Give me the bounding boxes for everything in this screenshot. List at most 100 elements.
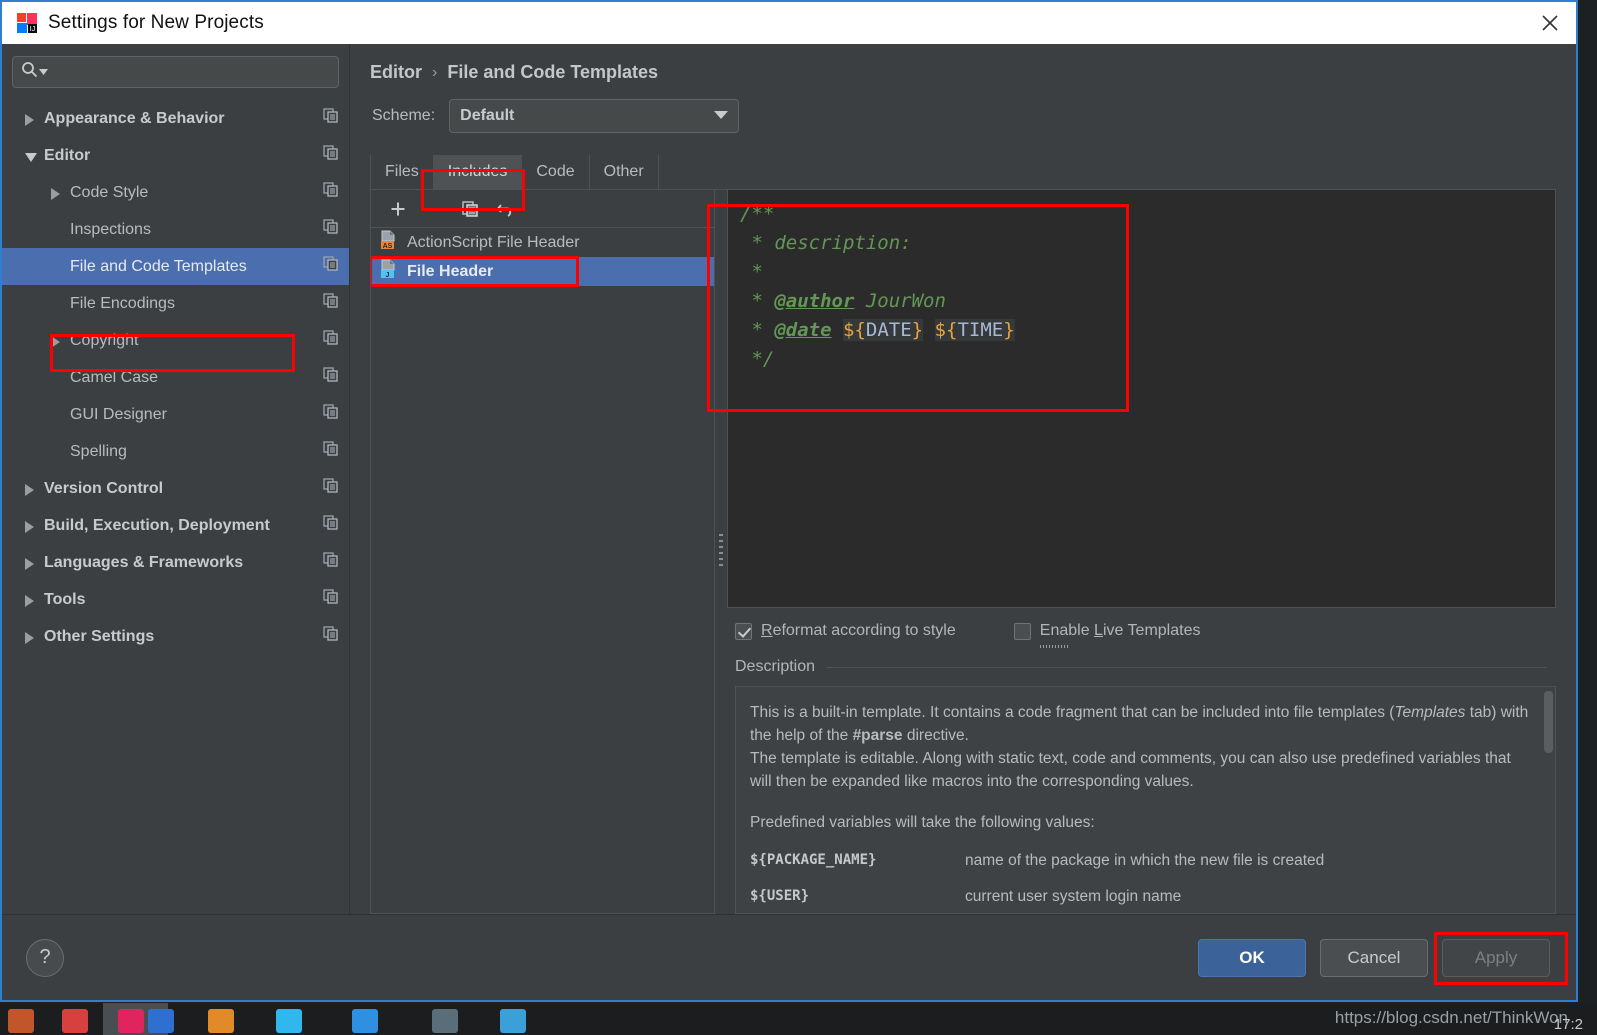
- checkbox-box-icon[interactable]: [735, 622, 752, 640]
- sidebar-item-label: Copyright: [70, 331, 139, 349]
- chevron-right-icon[interactable]: [24, 593, 38, 607]
- tab-code[interactable]: Code: [522, 155, 590, 189]
- taskbar-icon-7[interactable]: [352, 1009, 378, 1033]
- settings-sync-copy-icon[interactable]: [323, 441, 339, 462]
- settings-sync-copy-icon[interactable]: [323, 478, 339, 499]
- description-scrollbar[interactable]: [1544, 691, 1553, 753]
- cancel-button[interactable]: Cancel: [1320, 938, 1428, 977]
- chevron-down-icon[interactable]: [39, 63, 48, 81]
- settings-sync-copy-icon[interactable]: [323, 219, 339, 240]
- taskbar-icon-2[interactable]: [62, 1009, 88, 1033]
- sidebar-item-copyright[interactable]: Copyright: [2, 322, 349, 359]
- sidebar-item-code-style[interactable]: Code Style: [2, 174, 349, 211]
- sidebar-item-appearance-behavior[interactable]: Appearance & Behavior: [2, 100, 349, 137]
- settings-sync-copy-icon[interactable]: [323, 293, 339, 314]
- plus-icon[interactable]: [383, 195, 413, 223]
- sidebar-item-label: Editor: [44, 146, 91, 164]
- help-button[interactable]: ?: [26, 938, 64, 977]
- settings-sync-copy-icon[interactable]: [323, 626, 339, 647]
- editor-options-row: Reformat according to style Enable Live …: [727, 608, 1556, 654]
- sidebar-item-other-settings[interactable]: Other Settings: [2, 618, 349, 655]
- chevron-right-icon[interactable]: [24, 112, 38, 126]
- chevron-right-icon[interactable]: [24, 630, 38, 644]
- sidebar-item-languages-frameworks[interactable]: Languages & Frameworks: [2, 544, 349, 581]
- enable-live-templates-checkbox[interactable]: Enable Live Templates: [1013, 622, 1201, 648]
- sidebar-item-tools[interactable]: Tools: [2, 581, 349, 618]
- sidebar-item-editor[interactable]: Editor: [2, 137, 349, 174]
- sidebar-item-inspections[interactable]: Inspections: [2, 211, 349, 248]
- code-line: */: [740, 348, 775, 370]
- undo-icon[interactable]: [491, 195, 521, 223]
- search-box[interactable]: [12, 56, 339, 88]
- tab-includes[interactable]: Includes: [433, 155, 523, 189]
- tab-files[interactable]: Files: [370, 155, 434, 189]
- java-file-icon: J: [379, 259, 399, 284]
- taskbar-icon-6[interactable]: [276, 1009, 302, 1033]
- scheme-dropdown[interactable]: Default: [449, 99, 740, 133]
- description-section: Description This is a built-in template.…: [727, 654, 1556, 914]
- taskbar-icon-3[interactable]: [118, 1009, 144, 1033]
- intellij-idea-icon: IJ: [16, 12, 38, 34]
- description-paragraph-1: This is a built-in template. It contains…: [750, 704, 1529, 744]
- settings-sync-copy-icon[interactable]: [323, 404, 339, 425]
- close-icon[interactable]: [1524, 2, 1576, 44]
- variable-name: ${PACKAGE_NAME}: [750, 852, 877, 868]
- pane-splitter[interactable]: [715, 190, 727, 914]
- sidebar-item-version-control[interactable]: Version Control: [2, 470, 349, 507]
- sidebar-item-gui-designer[interactable]: GUI Designer: [2, 396, 349, 433]
- template-code-editor[interactable]: /** * description: * * @author JourWon *…: [727, 190, 1556, 608]
- sidebar-item-camel-case[interactable]: Camel Case: [2, 359, 349, 396]
- enable-live-templates-label: Enable Live Templates: [1039, 622, 1201, 639]
- checkbox-box-icon[interactable]: [1013, 622, 1031, 640]
- footer-buttons: OK Cancel Apply: [1198, 931, 1568, 985]
- dialog-footer: ? OK Cancel Apply https://blog.csdn.net/…: [2, 914, 1576, 1027]
- template-editor-pane: /** * description: * * @author JourWon *…: [727, 190, 1556, 914]
- chevron-down-icon[interactable]: [714, 107, 729, 125]
- sidebar-item-spelling[interactable]: Spelling: [2, 433, 349, 470]
- template-list-item[interactable]: J File Header: [371, 256, 714, 287]
- description-box[interactable]: This is a built-in template. It contains…: [735, 686, 1556, 914]
- code-line: /**: [740, 203, 775, 225]
- template-list[interactable]: AS ActionScript File Header J File Header: [371, 228, 714, 913]
- settings-tree[interactable]: Appearance & Behavior Editor Code Style Ins…: [2, 98, 349, 914]
- tab-other[interactable]: Other: [589, 155, 659, 189]
- ok-button[interactable]: OK: [1198, 938, 1306, 977]
- settings-sync-copy-icon[interactable]: [323, 589, 339, 610]
- taskbar-icon-9[interactable]: [500, 1009, 526, 1033]
- time-variable: ${TIME}: [934, 319, 1015, 341]
- settings-sync-copy-icon[interactable]: [323, 182, 339, 203]
- reformat-checkbox[interactable]: Reformat according to style: [735, 622, 956, 640]
- settings-sync-copy-icon[interactable]: [323, 552, 339, 573]
- settings-sync-copy-icon[interactable]: [323, 367, 339, 388]
- template-tabs[interactable]: Files Includes Code Other: [370, 155, 1556, 189]
- taskbar-icon-5[interactable]: [208, 1009, 234, 1033]
- search-icon: [21, 61, 38, 83]
- copy-icon[interactable]: [455, 195, 485, 223]
- template-list-pane: AS ActionScript File Header J File Header: [370, 190, 715, 914]
- taskbar-icon-1[interactable]: [8, 1009, 34, 1033]
- chevron-right-icon[interactable]: [50, 334, 64, 348]
- template-list-item[interactable]: AS ActionScript File Header: [371, 228, 714, 257]
- sidebar-item-label: Languages & Frameworks: [44, 553, 244, 571]
- sidebar-item-file-and-code-templates[interactable]: File and Code Templates: [2, 248, 349, 285]
- search-input[interactable]: [52, 57, 330, 87]
- minus-icon[interactable]: [419, 195, 449, 223]
- settings-sync-copy-icon[interactable]: [323, 145, 339, 166]
- sidebar-item-file-encodings[interactable]: File Encodings: [2, 285, 349, 322]
- settings-sync-copy-icon[interactable]: [323, 256, 339, 277]
- chevron-down-icon[interactable]: [24, 149, 38, 163]
- sidebar-item-label: Tools: [44, 590, 86, 608]
- settings-sync-copy-icon[interactable]: [323, 330, 339, 351]
- watermark: https://blog.csdn.net/ThinkWon: [1334, 1008, 1568, 1027]
- chevron-right-icon[interactable]: [24, 482, 38, 496]
- breadcrumb-parent[interactable]: Editor: [370, 62, 422, 83]
- taskbar-icon-8[interactable]: [432, 1009, 458, 1033]
- taskbar-icon-4[interactable]: [148, 1009, 174, 1033]
- settings-sync-copy-icon[interactable]: [323, 515, 339, 536]
- chevron-right-icon[interactable]: [50, 186, 64, 200]
- settings-sync-copy-icon[interactable]: [323, 108, 339, 129]
- sidebar-item-build-execution-deployment[interactable]: Build, Execution, Deployment: [2, 507, 349, 544]
- chevron-right-icon[interactable]: [24, 556, 38, 570]
- chevron-right-icon[interactable]: [24, 519, 38, 533]
- template-list-item-label: ActionScript File Header: [407, 233, 580, 251]
